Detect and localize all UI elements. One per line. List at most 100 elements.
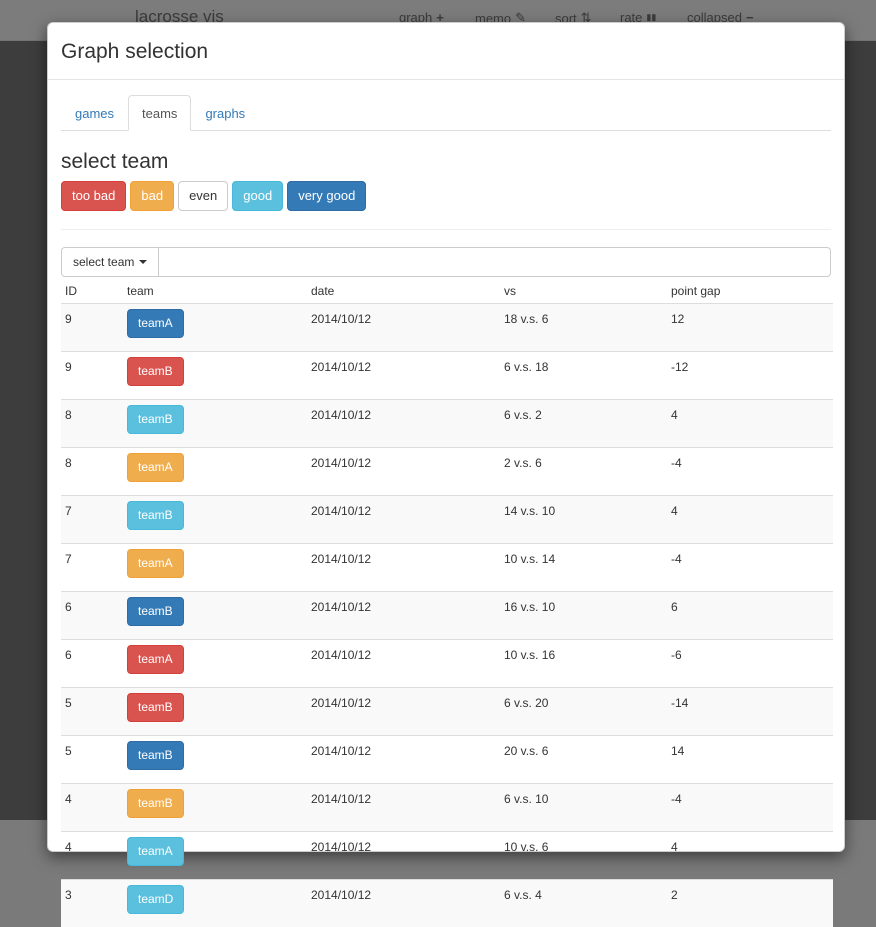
cell-date: 2014/10/12	[307, 448, 500, 496]
cell-id: 5	[61, 736, 123, 784]
tab-teams[interactable]: teams	[128, 95, 191, 131]
cell-vs: 20 v.s. 6	[500, 736, 667, 784]
table-row[interactable]: 5teamB 2014/10/1220 v.s. 614	[61, 736, 833, 784]
rate-button-group: too bad bad even good very good	[61, 181, 831, 211]
cell-point-gap: -12	[667, 352, 833, 400]
cell-date: 2014/10/12	[307, 400, 500, 448]
cell-id: 9	[61, 352, 123, 400]
team-button[interactable]: teamB	[127, 741, 184, 770]
cell-vs: 6 v.s. 10	[500, 784, 667, 832]
cell-team: teamA	[123, 448, 307, 496]
cell-team: teamA	[123, 832, 307, 880]
cell-vs: 18 v.s. 6	[500, 304, 667, 352]
cell-date: 2014/10/12	[307, 784, 500, 832]
cell-team: teamB	[123, 784, 307, 832]
modal-title: Graph selection	[61, 38, 844, 66]
games-table: ID team date vs point gap 9teamA2014/10/…	[61, 279, 833, 927]
cell-point-gap: 2	[667, 880, 833, 927]
divider	[61, 229, 831, 230]
team-button[interactable]: teamB	[127, 405, 184, 434]
cell-team: teamB	[123, 688, 307, 736]
cell-date: 2014/10/12	[307, 544, 500, 592]
table-row[interactable]: 8teamB 2014/10/126 v.s. 24	[61, 400, 833, 448]
cell-point-gap: -4	[667, 544, 833, 592]
cell-team: teamB	[123, 352, 307, 400]
too-bad-button[interactable]: too bad	[61, 181, 126, 211]
cell-point-gap: -6	[667, 640, 833, 688]
modal-body: games teams graphs select team too bad b…	[48, 80, 844, 927]
cell-point-gap: 4	[667, 400, 833, 448]
cell-date: 2014/10/12	[307, 880, 500, 927]
cell-point-gap: 4	[667, 496, 833, 544]
table-row[interactable]: 6teamB2014/10/1216 v.s. 106	[61, 592, 833, 640]
cell-vs: 6 v.s. 20	[500, 688, 667, 736]
bad-button[interactable]: bad	[130, 181, 174, 211]
cell-date: 2014/10/12	[307, 688, 500, 736]
cell-id: 7	[61, 544, 123, 592]
good-button[interactable]: good	[232, 181, 283, 211]
header-vs[interactable]: vs	[500, 279, 667, 304]
table-row[interactable]: 4teamA2014/10/1210 v.s. 64	[61, 832, 833, 880]
cell-point-gap: 14	[667, 736, 833, 784]
select-team-dropdown[interactable]: select team	[61, 247, 159, 277]
caret-down-icon	[139, 260, 147, 264]
team-button[interactable]: teamB	[127, 597, 184, 626]
header-id[interactable]: ID	[61, 279, 123, 304]
cell-id: 6	[61, 592, 123, 640]
table-header-row: ID team date vs point gap	[61, 279, 833, 304]
graph-selection-modal: Graph selection games teams graphs selec…	[47, 22, 845, 852]
cell-team: teamA	[123, 640, 307, 688]
cell-id: 9	[61, 304, 123, 352]
modal-header: Graph selection	[48, 23, 844, 80]
cell-team: teamD	[123, 880, 307, 927]
team-button[interactable]: teamD	[127, 885, 184, 914]
table-row[interactable]: 7teamB 2014/10/1214 v.s. 104	[61, 496, 833, 544]
team-button[interactable]: teamA	[127, 309, 184, 338]
cell-vs: 14 v.s. 10	[500, 496, 667, 544]
team-button[interactable]: teamB	[127, 789, 184, 818]
table-row[interactable]: 8teamA2014/10/122 v.s. 6-4	[61, 448, 833, 496]
team-button[interactable]: teamB	[127, 357, 184, 386]
cell-vs: 6 v.s. 18	[500, 352, 667, 400]
cell-point-gap: 4	[667, 832, 833, 880]
table-row[interactable]: 6teamA 2014/10/1210 v.s. 16-6	[61, 640, 833, 688]
very-good-button[interactable]: very good	[287, 181, 366, 211]
team-button[interactable]: teamA	[127, 645, 184, 674]
table-row[interactable]: 9teamB2014/10/126 v.s. 18-12	[61, 352, 833, 400]
table-row[interactable]: 4teamB 2014/10/126 v.s. 10-4	[61, 784, 833, 832]
even-button[interactable]: even	[178, 181, 228, 211]
header-date[interactable]: date	[307, 279, 500, 304]
table-row[interactable]: 7teamA2014/10/1210 v.s. 14-4	[61, 544, 833, 592]
cell-point-gap: 6	[667, 592, 833, 640]
tab-graphs[interactable]: graphs	[191, 95, 259, 131]
cell-team: teamB	[123, 736, 307, 784]
cell-vs: 6 v.s. 2	[500, 400, 667, 448]
table-row[interactable]: 5teamB2014/10/126 v.s. 20-14	[61, 688, 833, 736]
cell-point-gap: -4	[667, 784, 833, 832]
team-search-input[interactable]	[159, 247, 831, 277]
team-button[interactable]: teamA	[127, 549, 184, 578]
cell-id: 8	[61, 400, 123, 448]
header-point-gap[interactable]: point gap	[667, 279, 833, 304]
table-row[interactable]: 9teamA2014/10/1218 v.s. 612	[61, 304, 833, 352]
header-team[interactable]: team	[123, 279, 307, 304]
team-button[interactable]: teamA	[127, 837, 184, 866]
cell-id: 7	[61, 496, 123, 544]
cell-id: 4	[61, 784, 123, 832]
team-filter: select team	[61, 247, 831, 277]
team-button[interactable]: teamB	[127, 501, 184, 530]
cell-date: 2014/10/12	[307, 640, 500, 688]
team-button[interactable]: teamB	[127, 693, 184, 722]
cell-id: 6	[61, 640, 123, 688]
cell-point-gap: -14	[667, 688, 833, 736]
select-team-label: select team	[73, 248, 134, 276]
cell-date: 2014/10/12	[307, 592, 500, 640]
section-title: select team	[61, 150, 831, 174]
team-button[interactable]: teamA	[127, 453, 184, 482]
cell-date: 2014/10/12	[307, 736, 500, 784]
cell-vs: 10 v.s. 16	[500, 640, 667, 688]
cell-date: 2014/10/12	[307, 304, 500, 352]
table-row[interactable]: 3teamD2014/10/126 v.s. 42	[61, 880, 833, 927]
tab-games[interactable]: games	[61, 95, 128, 131]
cell-date: 2014/10/12	[307, 496, 500, 544]
